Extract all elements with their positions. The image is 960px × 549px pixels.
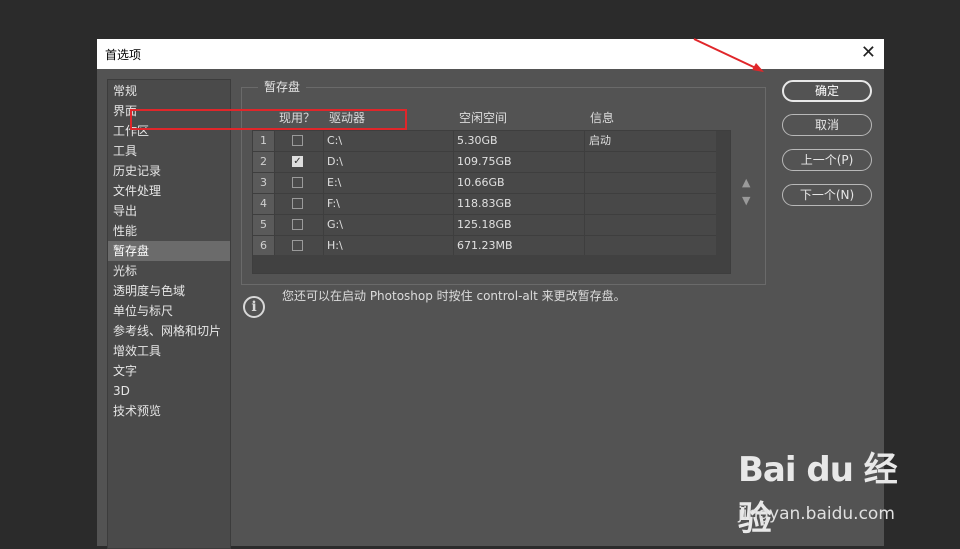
free-space-cell: 109.75GB bbox=[457, 155, 512, 168]
active-checkbox[interactable] bbox=[292, 240, 303, 251]
row-number: 5 bbox=[253, 215, 275, 235]
header-free-space: 空闲空间 bbox=[459, 111, 508, 125]
sidebar-item[interactable]: 透明度与色域 bbox=[108, 281, 230, 301]
header-drive: 驱动器 bbox=[329, 111, 366, 125]
watermark-brand: Bai du 经验 bbox=[738, 450, 898, 539]
drive-cell: C:\ bbox=[327, 134, 343, 147]
ok-button[interactable]: 确定 bbox=[782, 80, 872, 102]
row-number: 1 bbox=[253, 131, 275, 151]
cancel-button[interactable]: 取消 bbox=[782, 114, 872, 136]
active-cell: ✓ bbox=[275, 152, 323, 172]
sidebar-item[interactable]: 常规 bbox=[108, 81, 230, 101]
drive-cell: G:\ bbox=[327, 218, 343, 231]
sidebar-item[interactable]: 技术预览 bbox=[108, 401, 230, 421]
info-cell bbox=[589, 236, 709, 256]
horizontal-scrollbar[interactable] bbox=[253, 255, 730, 273]
row-number: 4 bbox=[253, 194, 275, 214]
header-info: 信息 bbox=[590, 111, 615, 125]
sidebar-item[interactable]: 单位与标尺 bbox=[108, 301, 230, 321]
sidebar-item[interactable]: 界面 bbox=[108, 101, 230, 121]
info-cell bbox=[589, 194, 709, 214]
header-active: 现用？ bbox=[279, 111, 316, 125]
free-space-cell: 671.23MB bbox=[457, 239, 513, 252]
next-button[interactable]: 下一个(N) bbox=[782, 184, 872, 206]
vertical-scrollbar[interactable] bbox=[716, 131, 730, 255]
sidebar-item[interactable]: 暂存盘 bbox=[108, 241, 230, 261]
scratch-hint-text: 您还可以在启动 Photoshop 时按住 control-alt 来更改暂存盘… bbox=[282, 289, 626, 303]
info-cell bbox=[589, 152, 709, 172]
sidebar-item[interactable]: 导出 bbox=[108, 201, 230, 221]
previous-button[interactable]: 上一个(P) bbox=[782, 149, 872, 171]
active-cell bbox=[275, 194, 323, 214]
active-checkbox[interactable]: ✓ bbox=[292, 156, 303, 167]
scratch-disk-table: 6 H:\ 671.23MB 5 G:\ 125.18GB 4 F:\ 118.83GB 3 E:\… bbox=[252, 130, 731, 274]
active-checkbox[interactable] bbox=[292, 135, 303, 146]
active-checkbox[interactable] bbox=[292, 177, 303, 188]
sidebar-item[interactable]: 文字 bbox=[108, 361, 230, 381]
free-space-cell: 118.83GB bbox=[457, 197, 512, 210]
free-space-cell: 10.66GB bbox=[457, 176, 505, 189]
sidebar-item[interactable]: 增效工具 bbox=[108, 341, 230, 361]
info-cell: 启动 bbox=[589, 134, 611, 147]
sidebar-item[interactable]: 文件处理 bbox=[108, 181, 230, 201]
scratch-disk-group: 暂存盘 现用？ 驱动器 空闲空间 信息 6 H:\ 671.23MB 5 G:\ 125.… bbox=[241, 78, 766, 285]
sidebar-item[interactable]: 工作区 bbox=[108, 121, 230, 141]
sidebar-item[interactable]: 3D bbox=[108, 381, 230, 401]
active-checkbox[interactable] bbox=[292, 219, 303, 230]
info-icon: i bbox=[243, 296, 265, 318]
sidebar-item[interactable]: 性能 bbox=[108, 221, 230, 241]
sidebar-item[interactable]: 历史记录 bbox=[108, 161, 230, 181]
column-separator bbox=[453, 131, 454, 255]
sidebar-item[interactable]: 工具 bbox=[108, 141, 230, 161]
watermark-url: jingyan.baidu.com bbox=[738, 504, 895, 524]
column-separator bbox=[323, 131, 324, 255]
drive-cell: H:\ bbox=[327, 239, 343, 252]
drive-cell: F:\ bbox=[327, 197, 340, 210]
sidebar-item[interactable]: 光标 bbox=[108, 261, 230, 281]
move-up-icon[interactable]: ▲ bbox=[742, 176, 750, 189]
baidu-watermark: Bai du 经验 jingyan.baidu.com bbox=[738, 442, 918, 539]
free-space-cell: 5.30GB bbox=[457, 134, 498, 147]
drive-cell: E:\ bbox=[327, 176, 342, 189]
info-cell bbox=[589, 215, 709, 235]
title-bar: 首选项 ✕ bbox=[97, 39, 884, 69]
sidebar-item[interactable]: 参考线、网格和切片 bbox=[108, 321, 230, 341]
preferences-sidebar: 常规 界面 工作区 工具 历史记录 文件处理 导出 性能 暂存盘 光标 透明度与色域 单位与标尺 参考线… bbox=[107, 79, 231, 549]
row-number: 3 bbox=[253, 173, 275, 193]
active-cell bbox=[275, 173, 323, 193]
column-separator bbox=[584, 131, 585, 255]
active-cell bbox=[275, 131, 323, 151]
dialog-title: 首选项 bbox=[105, 48, 142, 62]
group-title: 暂存盘 bbox=[258, 78, 307, 95]
drive-cell: D:\ bbox=[327, 155, 343, 168]
row-number: 2 bbox=[253, 152, 275, 172]
row-number: 6 bbox=[253, 236, 275, 256]
active-checkbox[interactable] bbox=[292, 198, 303, 209]
info-cell bbox=[589, 173, 709, 193]
free-space-cell: 125.18GB bbox=[457, 218, 512, 231]
active-cell bbox=[275, 215, 323, 235]
close-icon[interactable]: ✕ bbox=[861, 42, 876, 63]
move-down-icon[interactable]: ▼ bbox=[742, 194, 750, 207]
active-cell bbox=[275, 236, 323, 256]
